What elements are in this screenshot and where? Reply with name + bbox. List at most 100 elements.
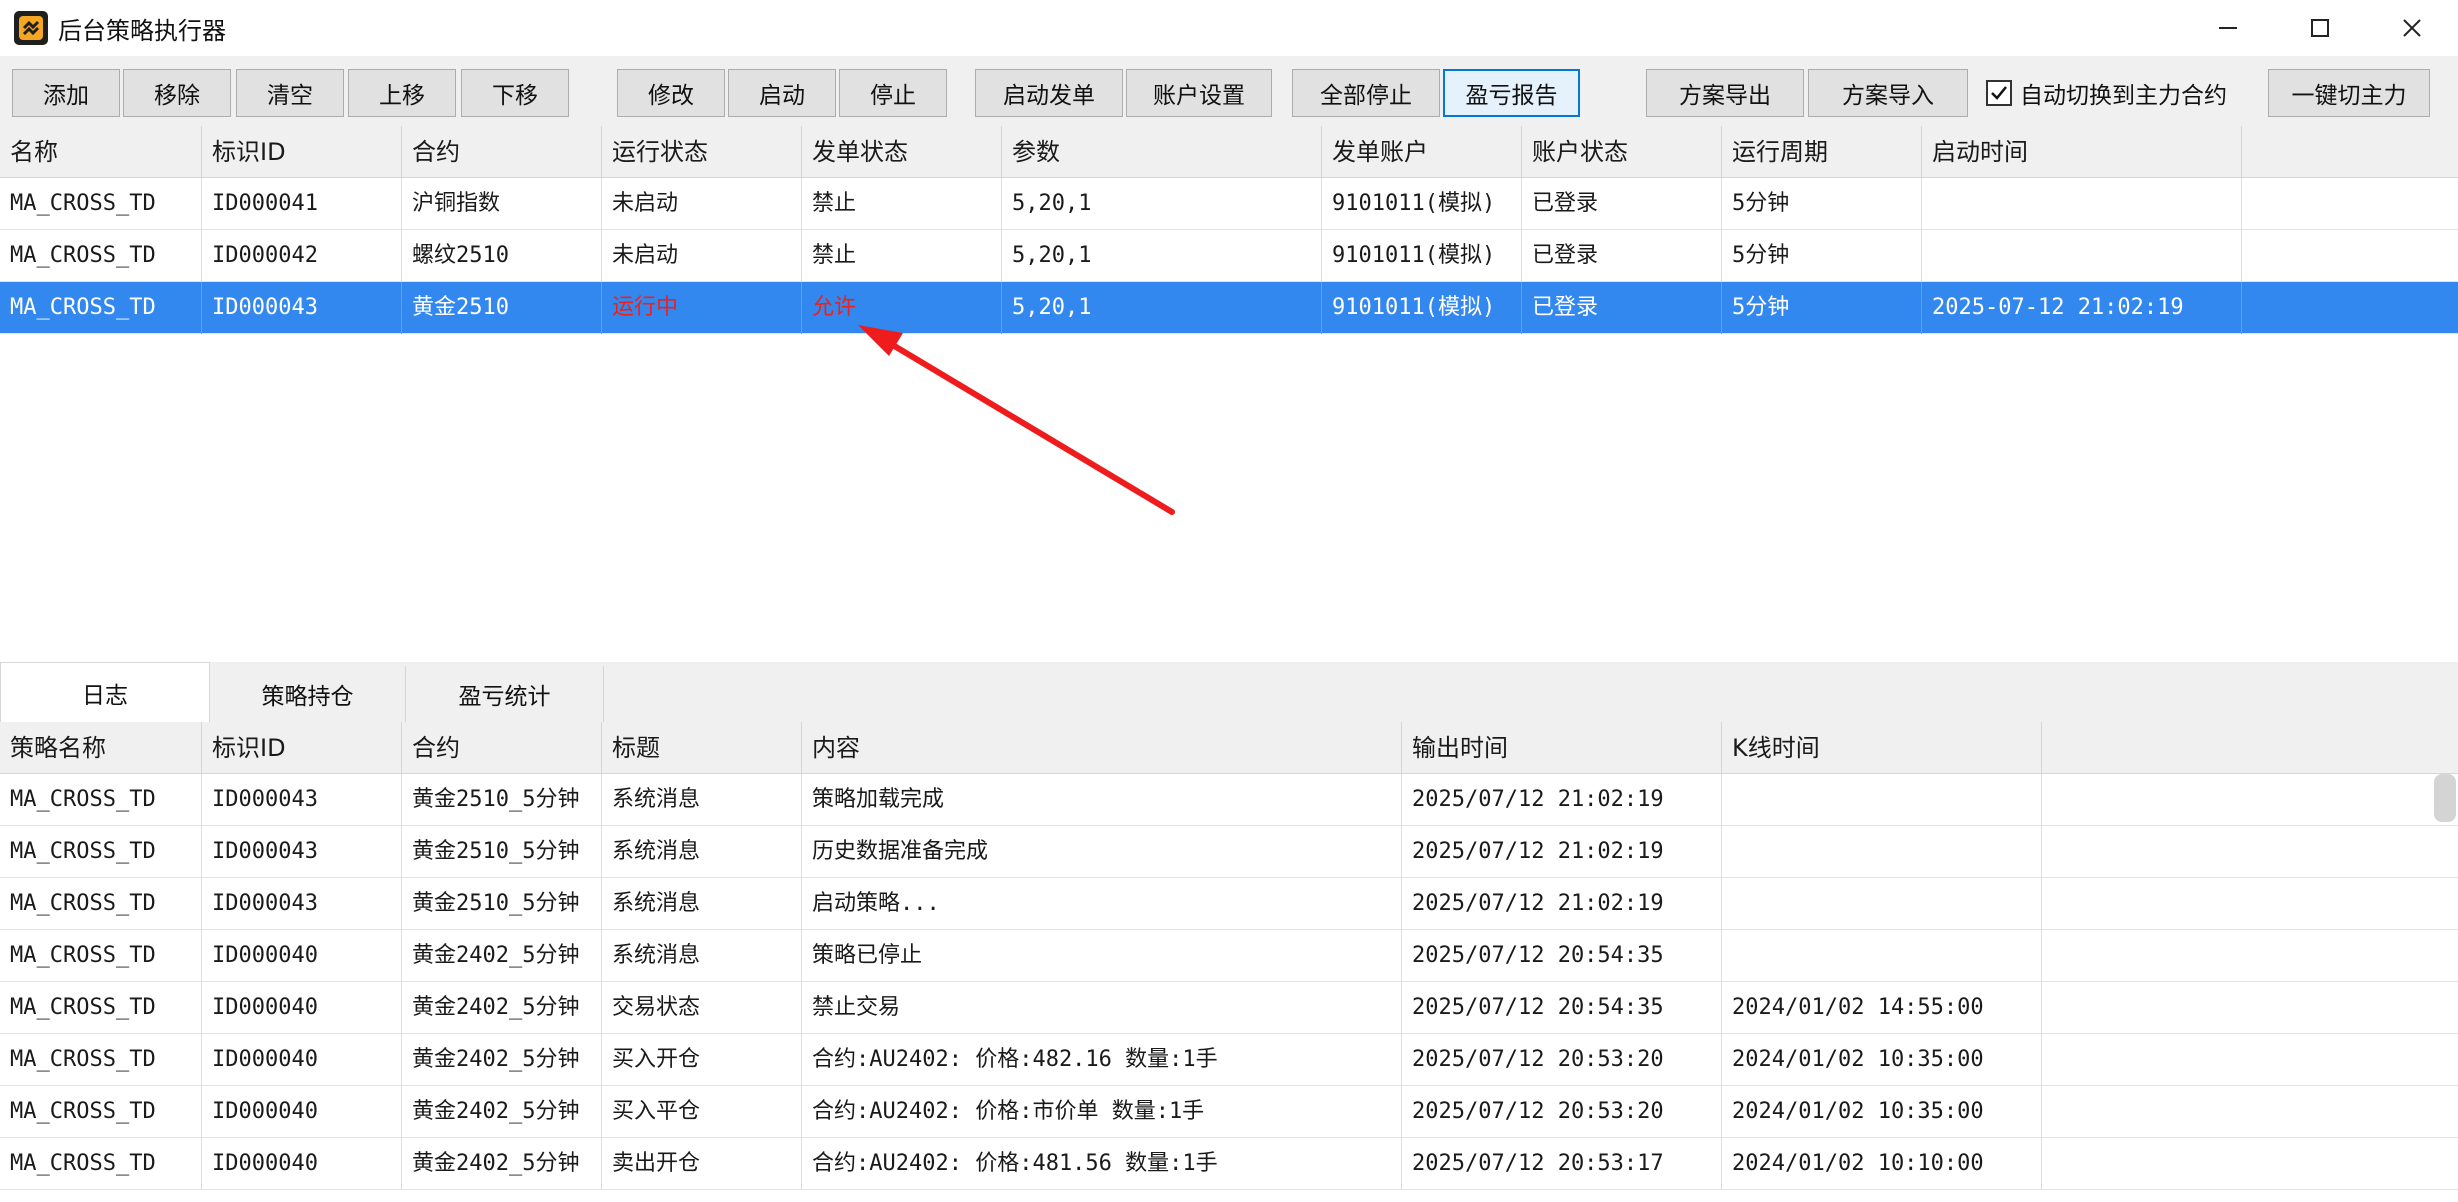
log-cell-content: 禁止交易 bbox=[802, 982, 1402, 1034]
stop-all-button[interactable]: 全部停止 bbox=[1292, 69, 1440, 117]
col-header-contract[interactable]: 合约 bbox=[402, 126, 602, 178]
cell-start-time: 2025-07-12 21:02:19 bbox=[1922, 282, 2242, 334]
bottom-tab-bar: 日志 策略持仓 盈亏统计 bbox=[0, 662, 2458, 722]
col-header-run-status[interactable]: 运行状态 bbox=[602, 126, 802, 178]
log-row[interactable]: MA_CROSS_TD ID000040 黄金2402_5分钟 买入平仓 合约:AU24… bbox=[0, 1086, 2458, 1138]
move-up-button[interactable]: 上移 bbox=[348, 69, 456, 117]
import-plan-button[interactable]: 方案导入 bbox=[1808, 69, 1968, 117]
col-header-params[interactable]: 参数 bbox=[1002, 126, 1322, 178]
col-header-name[interactable]: 名称 bbox=[0, 126, 202, 178]
cell-id: ID000043 bbox=[202, 282, 402, 334]
log-cell-strategy-name: MA_CROSS_TD bbox=[0, 1034, 202, 1086]
cell-account-status: 已登录 bbox=[1522, 178, 1722, 230]
log-cell-id: ID000043 bbox=[202, 774, 402, 826]
log-row[interactable]: MA_CROSS_TD ID000043 黄金2510_5分钟 系统消息 策略加载完成 2… bbox=[0, 774, 2458, 826]
log-row[interactable]: MA_CROSS_TD ID000043 黄金2510_5分钟 系统消息 历史数据准备完… bbox=[0, 826, 2458, 878]
log-col-content[interactable]: 内容 bbox=[802, 722, 1402, 774]
close-button[interactable] bbox=[2366, 0, 2458, 56]
edit-button[interactable]: 修改 bbox=[617, 69, 725, 117]
log-col-id[interactable]: 标识ID bbox=[202, 722, 402, 774]
minimize-button[interactable] bbox=[2182, 0, 2274, 56]
log-row[interactable]: MA_CROSS_TD ID000043 黄金2510_5分钟 系统消息 启动策略...… bbox=[0, 878, 2458, 930]
log-cell-kline-time bbox=[1722, 826, 2042, 878]
log-cell-contract: 黄金2510_5分钟 bbox=[402, 826, 602, 878]
log-row[interactable]: MA_CROSS_TD ID000040 黄金2402_5分钟 买入开仓 合约:AU24… bbox=[0, 1034, 2458, 1086]
cell-period: 5分钟 bbox=[1722, 178, 1922, 230]
cell-run-status: 未启动 bbox=[602, 178, 802, 230]
add-button[interactable]: 添加 bbox=[12, 69, 120, 117]
log-cell-content: 策略加载完成 bbox=[802, 774, 1402, 826]
tab-pnl-stats[interactable]: 盈亏统计 bbox=[406, 666, 604, 722]
log-col-title[interactable]: 标题 bbox=[602, 722, 802, 774]
log-cell-contract: 黄金2510_5分钟 bbox=[402, 878, 602, 930]
switch-main-button[interactable]: 一键切主力 bbox=[2268, 69, 2430, 117]
table-row[interactable]: MA_CROSS_TD ID000041 沪铜指数 未启动 禁止 5,20,1 … bbox=[0, 178, 2458, 230]
auto-switch-checkbox[interactable]: 自动切换到主力合约 bbox=[1986, 69, 2226, 117]
log-cell-contract: 黄金2402_5分钟 bbox=[402, 982, 602, 1034]
toolbar: 添加 移除 清空 上移 下移 修改 启动 停止 启动发单 账户设置 全部停止 盈… bbox=[0, 56, 2458, 126]
cell-start-time bbox=[1922, 230, 2242, 282]
log-cell-title: 系统消息 bbox=[602, 878, 802, 930]
log-col-contract[interactable]: 合约 bbox=[402, 722, 602, 774]
cell-account-status: 已登录 bbox=[1522, 230, 1722, 282]
log-row[interactable]: MA_CROSS_TD ID000040 黄金2402_5分钟 卖出开仓 合约:AU24… bbox=[0, 1138, 2458, 1190]
log-cell-strategy-name: MA_CROSS_TD bbox=[0, 774, 202, 826]
pnl-report-button[interactable]: 盈亏报告 bbox=[1443, 69, 1580, 117]
log-cell-id: ID000040 bbox=[202, 1086, 402, 1138]
log-cell-title: 买入平仓 bbox=[602, 1086, 802, 1138]
log-cell-strategy-name: MA_CROSS_TD bbox=[0, 878, 202, 930]
col-header-account[interactable]: 发单账户 bbox=[1322, 126, 1522, 178]
log-cell-output-time: 2025/07/12 20:53:20 bbox=[1402, 1034, 1722, 1086]
auto-switch-label: 自动切换到主力合约 bbox=[2020, 83, 2226, 109]
log-cell-content: 合约:AU2402: 价格:482.16 数量:1手 bbox=[802, 1034, 1402, 1086]
log-cell-contract: 黄金2402_5分钟 bbox=[402, 930, 602, 982]
account-settings-button[interactable]: 账户设置 bbox=[1126, 69, 1272, 117]
col-header-order-status[interactable]: 发单状态 bbox=[802, 126, 1002, 178]
table-row[interactable]: MA_CROSS_TD ID000042 螺纹2510 未启动 禁止 5,20,… bbox=[0, 230, 2458, 282]
close-icon bbox=[2403, 19, 2421, 37]
cell-order-status: 允许 bbox=[802, 282, 1002, 334]
strategy-table-empty-area[interactable] bbox=[0, 334, 2458, 662]
log-cell-id: ID000043 bbox=[202, 826, 402, 878]
log-row[interactable]: MA_CROSS_TD ID000040 黄金2402_5分钟 交易状态 禁止交易 202… bbox=[0, 982, 2458, 1034]
cell-order-status: 禁止 bbox=[802, 178, 1002, 230]
minimize-icon bbox=[2219, 27, 2237, 29]
maximize-button[interactable] bbox=[2274, 0, 2366, 56]
start-button[interactable]: 启动 bbox=[728, 69, 836, 117]
log-col-output-time[interactable]: 输出时间 bbox=[1402, 722, 1722, 774]
log-cell-content: 合约:AU2402: 价格:481.56 数量:1手 bbox=[802, 1138, 1402, 1190]
log-cell-kline-time bbox=[1722, 774, 2042, 826]
col-header-account-status[interactable]: 账户状态 bbox=[1522, 126, 1722, 178]
tab-strategy-positions[interactable]: 策略持仓 bbox=[210, 666, 406, 722]
log-cell-kline-time: 2024/01/02 14:55:00 bbox=[1722, 982, 2042, 1034]
export-plan-button[interactable]: 方案导出 bbox=[1646, 69, 1804, 117]
log-cell-title: 卖出开仓 bbox=[602, 1138, 802, 1190]
log-cell-output-time: 2025/07/12 21:02:19 bbox=[1402, 826, 1722, 878]
table-row-selected[interactable]: MA_CROSS_TD ID000043 黄金2510 运行中 允许 5,20,… bbox=[0, 282, 2458, 334]
cell-params: 5,20,1 bbox=[1002, 282, 1322, 334]
log-cell-content: 策略已停止 bbox=[802, 930, 1402, 982]
log-cell-output-time: 2025/07/12 21:02:19 bbox=[1402, 878, 1722, 930]
log-cell-title: 交易状态 bbox=[602, 982, 802, 1034]
start-ordering-button[interactable]: 启动发单 bbox=[975, 69, 1123, 117]
checkbox-checked-icon[interactable] bbox=[1986, 80, 2012, 106]
remove-button[interactable]: 移除 bbox=[123, 69, 231, 117]
log-cell-output-time: 2025/07/12 20:53:17 bbox=[1402, 1138, 1722, 1190]
log-col-kline-time[interactable]: K线时间 bbox=[1722, 722, 2042, 774]
move-down-button[interactable]: 下移 bbox=[461, 69, 569, 117]
col-header-period[interactable]: 运行周期 bbox=[1722, 126, 1922, 178]
log-cell-content: 历史数据准备完成 bbox=[802, 826, 1402, 878]
cell-account: 9101011(模拟) bbox=[1322, 178, 1522, 230]
cell-start-time bbox=[1922, 178, 2242, 230]
cell-account: 9101011(模拟) bbox=[1322, 230, 1522, 282]
log-row[interactable]: MA_CROSS_TD ID000040 黄金2402_5分钟 系统消息 策略已停止 20… bbox=[0, 930, 2458, 982]
col-header-id[interactable]: 标识ID bbox=[202, 126, 402, 178]
log-scrollbar-thumb[interactable] bbox=[2434, 774, 2456, 822]
clear-button[interactable]: 清空 bbox=[236, 69, 344, 117]
col-header-start-time[interactable]: 启动时间 bbox=[1922, 126, 2242, 178]
log-cell-output-time: 2025/07/12 20:54:35 bbox=[1402, 982, 1722, 1034]
log-col-strategy-name[interactable]: 策略名称 bbox=[0, 722, 202, 774]
tab-log[interactable]: 日志 bbox=[0, 662, 210, 722]
cell-account: 9101011(模拟) bbox=[1322, 282, 1522, 334]
stop-button[interactable]: 停止 bbox=[839, 69, 947, 117]
